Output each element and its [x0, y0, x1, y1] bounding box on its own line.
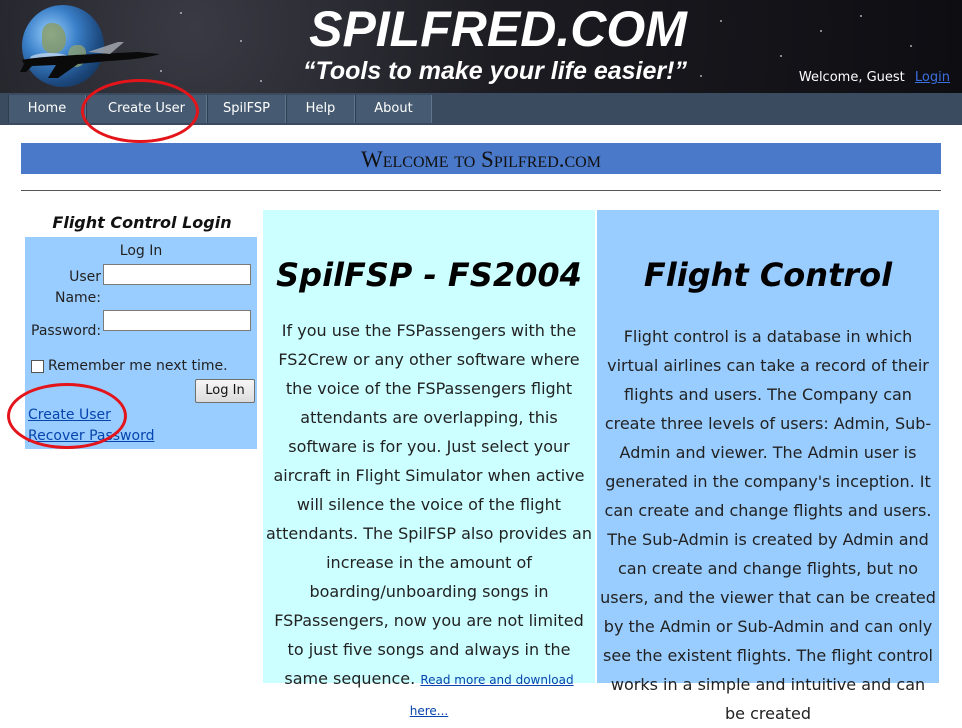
welcome-text: Welcome, Guest — [798, 70, 905, 85]
welcome-area: Welcome, Guest Login — [799, 70, 950, 85]
nav-item-spilfsp[interactable]: SpilFSP — [207, 95, 286, 123]
remember-checkbox[interactable] — [31, 359, 44, 373]
spilfsp-title: SpilFSP - FS2004 — [276, 256, 582, 294]
recover-password-link[interactable]: Recover Password — [28, 428, 154, 444]
download-link[interactable]: Read more and download here... — [410, 673, 574, 718]
login-title: Flight Control Login — [52, 213, 232, 232]
password-label: Password: — [31, 323, 102, 339]
login-heading: Log In — [119, 243, 163, 259]
remember-me[interactable]: Remember me next time. — [31, 358, 228, 374]
spilfsp-panel: SpilFSP - FS2004 If you use the FSPassen… — [263, 210, 595, 718]
site-tagline: “Tools to make your life easier!” — [303, 57, 687, 85]
nav-item-home[interactable]: Home — [8, 95, 86, 123]
welcome-banner: Welcome to Spilfred.com — [21, 143, 941, 174]
nav-item-about[interactable]: About — [355, 95, 432, 123]
flight-control-title: Flight Control — [643, 256, 893, 294]
login-link[interactable]: Login — [915, 70, 950, 85]
site-header: SPILFRED.COM “Tools to make your life ea… — [0, 0, 962, 93]
username-label: User Name: — [54, 269, 101, 306]
nav-bar: Home Create User SpilFSP Help About — [0, 93, 962, 125]
password-input[interactable] — [103, 310, 251, 331]
username-input[interactable] — [103, 264, 251, 285]
flight-control-body: Flight control is a database in which vi… — [600, 327, 936, 723]
spilfsp-body: If you use the FSPassengers with the FS2… — [265, 316, 593, 726]
nav-item-help[interactable]: Help — [286, 95, 355, 123]
login-button[interactable]: Log In — [195, 379, 255, 403]
nav-item-create-user[interactable]: Create User — [86, 95, 207, 123]
flight-control-panel: Flight Control Flight control is a datab… — [597, 210, 939, 723]
airplane-icon — [20, 42, 160, 78]
spilfsp-text: If you use the FSPassengers with the FS2… — [266, 321, 592, 688]
divider — [21, 190, 941, 191]
create-user-link[interactable]: Create User — [28, 407, 111, 423]
remember-label: Remember me next time. — [48, 358, 228, 374]
login-panel: Log In User Name: Password: Remember me … — [25, 237, 257, 449]
site-title: SPILFRED.COM — [309, 1, 687, 57]
